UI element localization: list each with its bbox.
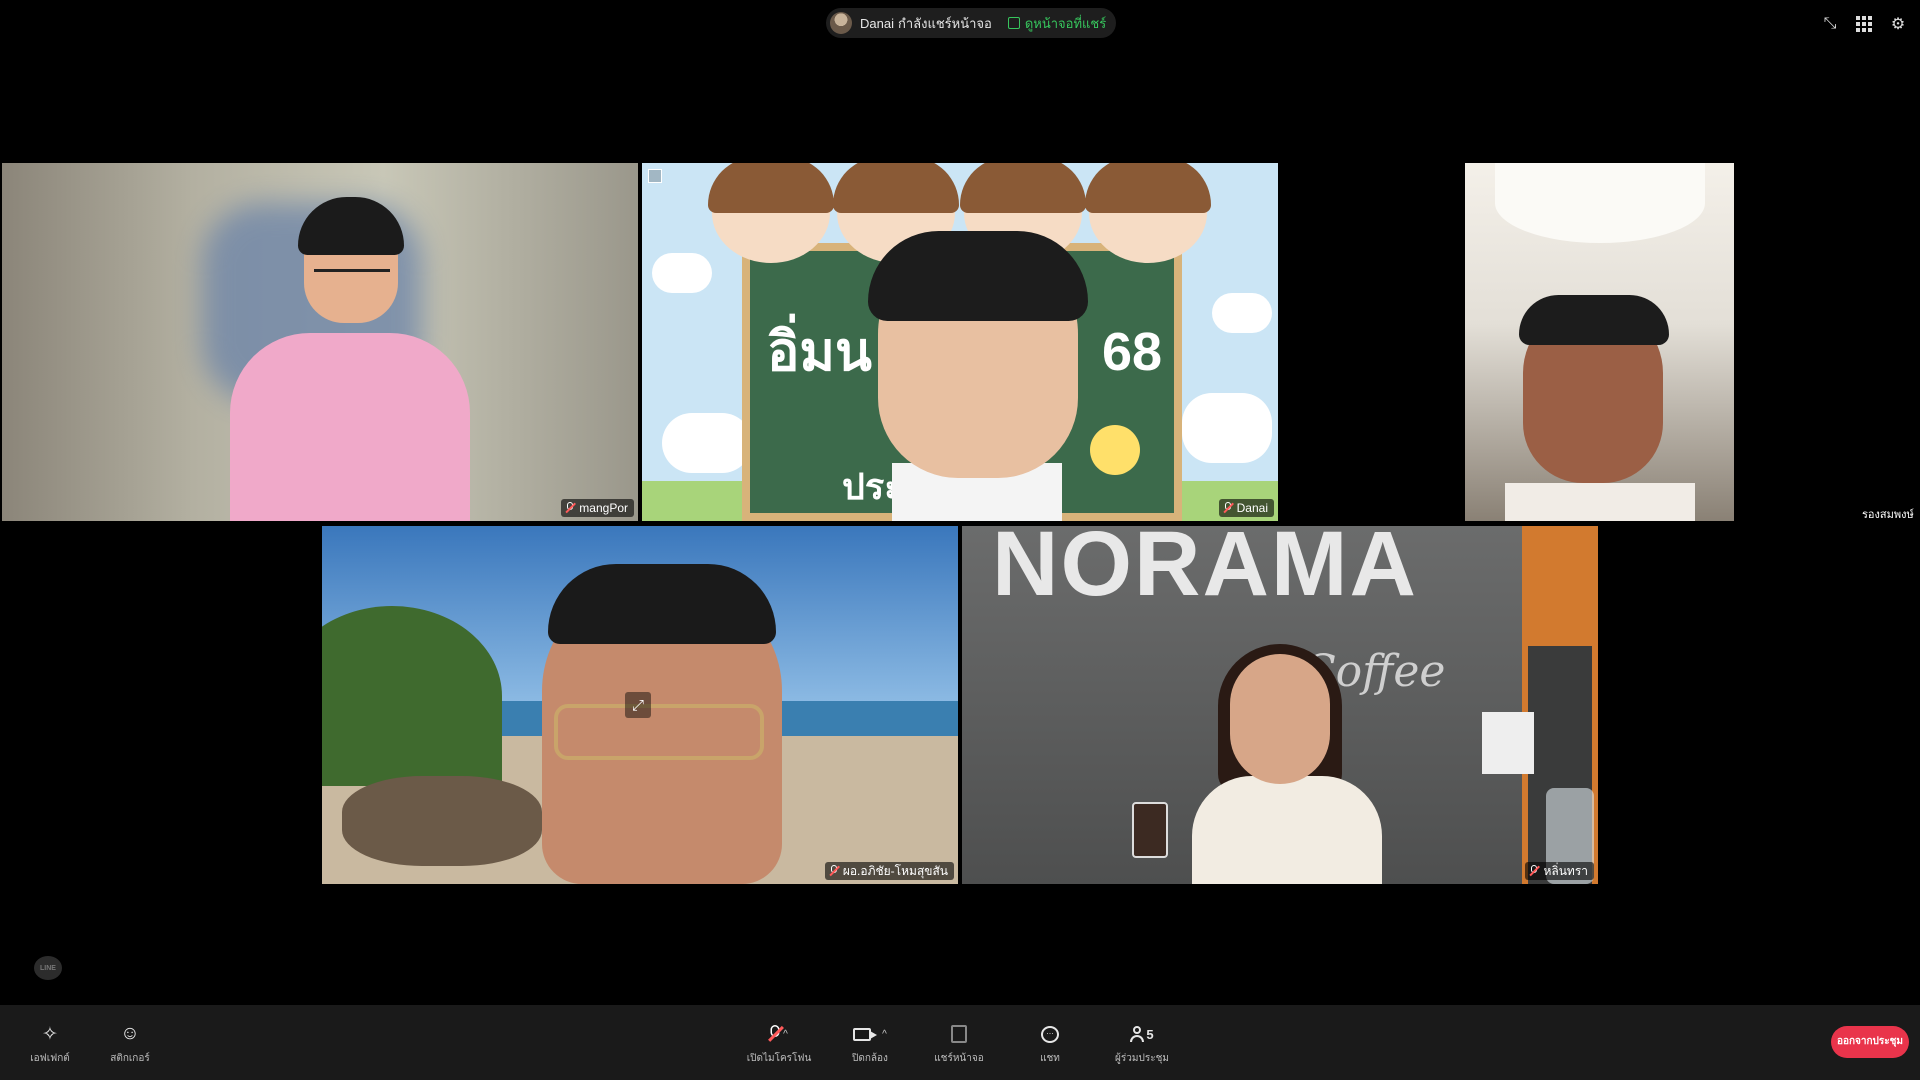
video-tile-apichai[interactable]: ⤢ ผอ.อภิชัย-โหมสุขสัน: [322, 526, 958, 884]
leave-meeting-button[interactable]: ออกจากประชุม: [1831, 1026, 1909, 1058]
mic-muted-icon: [565, 502, 575, 514]
video-tile-linsra[interactable]: NORAMA Coffee หลิ่นทรา: [962, 526, 1598, 884]
participant-name-tag: หลิ่นทรา: [1525, 862, 1594, 880]
effects-button[interactable]: ✧ เอฟเฟกต์: [10, 1023, 90, 1066]
participants-button[interactable]: 5 ผู้ร่วมประชุม: [1102, 1023, 1182, 1066]
lightbulb-graphic: [1090, 425, 1140, 475]
coffee-cup: [1132, 802, 1168, 858]
chat-button[interactable]: … แชท: [1010, 1023, 1090, 1066]
chat-icon: …: [1041, 1025, 1059, 1043]
participant-name-tag: ผอ.อภิชัย-โหมสุขสัน: [824, 862, 954, 880]
camera-button[interactable]: ^ ปิดกล้อง: [830, 1023, 910, 1066]
grid-view-icon[interactable]: [1854, 14, 1874, 34]
top-right-controls: ⤡ ⚙: [1820, 14, 1908, 34]
glasses: [314, 269, 390, 290]
participant-name-tag: Danai: [1218, 499, 1274, 517]
paper-notice: [1482, 712, 1534, 774]
mic-muted-icon: [1529, 865, 1539, 877]
cartoon-child: [708, 163, 834, 263]
participant-hair: [548, 564, 776, 644]
view-shared-screen-label: ดูหน้าจอที่แชร์: [1024, 15, 1107, 31]
person-icon: [1130, 1026, 1145, 1042]
cloud: [662, 413, 752, 473]
smiley-icon: ☺: [120, 1023, 140, 1044]
participant-face: [1230, 654, 1330, 784]
glasses: [554, 704, 764, 760]
stickers-label: สติกเกอร์: [110, 1053, 150, 1064]
video-tile-danai[interactable]: อิ่มน 68 ประ Danai: [642, 163, 1278, 521]
microphone-label: เปิดไมโครโฟน: [746, 1053, 812, 1064]
cartoon-child: [1085, 163, 1211, 263]
sharing-status-text: กำลังแชร์หน้าจอ: [897, 15, 992, 31]
sharer-avatar: [830, 12, 852, 34]
screen-icon: [1007, 17, 1020, 29]
settings-icon[interactable]: ⚙: [1888, 14, 1908, 34]
screen-share-banner: Danai กำลังแชร์หน้าจอ ดูหน้าจอที่แชร์: [826, 8, 1117, 38]
cloud: [1182, 393, 1272, 463]
wall-sign-text: NORAMA: [992, 526, 1418, 615]
microphone-button[interactable]: ^ เปิดไมโครโฟน: [739, 1023, 819, 1066]
participant-body: [1192, 776, 1382, 884]
participant-body: [230, 333, 470, 521]
sharer-name: Danai: [860, 15, 894, 31]
view-shared-screen-button[interactable]: ดูหน้าจอที่แชร์: [1007, 13, 1107, 34]
stickers-button[interactable]: ☺ สติกเกอร์: [90, 1023, 170, 1066]
rocks: [342, 776, 542, 866]
chevron-up-icon[interactable]: ^: [783, 1029, 788, 1040]
participant-name: หลิ่นทรา: [1543, 863, 1588, 878]
share-screen-icon: [951, 1025, 967, 1043]
share-screen-label: แชร์หน้าจอ: [934, 1053, 984, 1064]
cloud: [1212, 293, 1272, 333]
video-tile-rongsompong[interactable]: [1465, 163, 1734, 521]
video-tile-mangpor[interactable]: mangPor: [2, 163, 638, 521]
mic-muted-icon: [1223, 502, 1233, 514]
pin-icon[interactable]: [648, 169, 662, 183]
share-screen-button[interactable]: แชร์หน้าจอ: [919, 1023, 999, 1066]
sparkle-icon: ✧: [42, 1023, 58, 1045]
chevron-up-icon[interactable]: ^: [882, 1029, 887, 1040]
participant-hair: [1519, 295, 1669, 345]
bottom-toolbar: ✧ เอฟเฟกต์ ☺ สติกเกอร์ ^ เปิดไมโครโฟน ^ …: [0, 1005, 1920, 1080]
camera-label: ปิดกล้อง: [852, 1053, 888, 1064]
participants-label: ผู้ร่วมประชุม: [1115, 1053, 1169, 1064]
cloud: [652, 253, 712, 293]
participants-count: 5: [1146, 1026, 1154, 1042]
participant-name: mangPor: [579, 501, 628, 515]
participant-name-tag: mangPor: [561, 499, 634, 517]
chat-label: แชท: [1040, 1053, 1060, 1064]
participant-name: รองสมพงษ์: [1862, 509, 1914, 521]
expand-icon[interactable]: ⤢: [625, 692, 651, 718]
effects-label: เอฟเฟกต์: [30, 1053, 70, 1064]
line-logo-icon: LINE: [34, 956, 62, 980]
mic-muted-icon: [768, 1025, 783, 1043]
collapse-icon[interactable]: ⤡: [1820, 14, 1840, 34]
ceiling-light: [1495, 163, 1705, 243]
camera-icon: [853, 1027, 878, 1041]
participant-name: ผอ.อภิชัย-โหมสุขสัน: [842, 863, 948, 878]
participant-name: Danai: [1236, 501, 1268, 515]
participant-shirt: [1505, 483, 1695, 521]
mic-muted-icon: [829, 865, 839, 877]
participant-hair: [868, 231, 1088, 321]
